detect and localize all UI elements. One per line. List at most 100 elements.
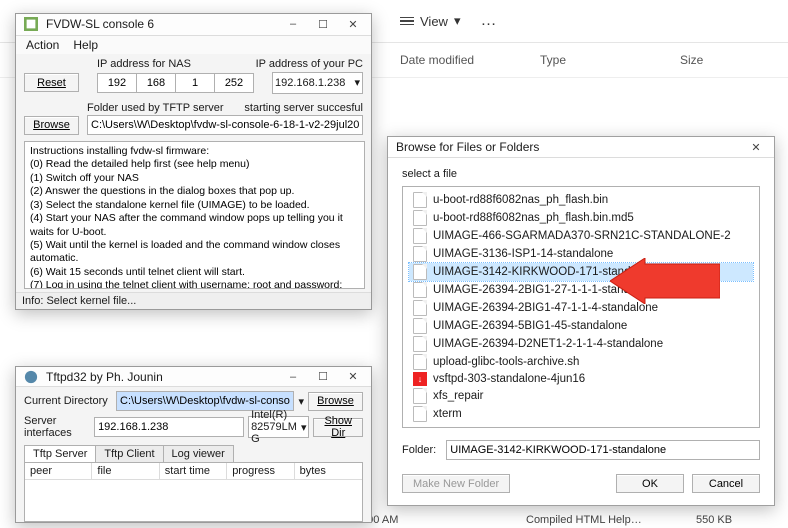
window-title: Tftpd32 by Ph. Jounin — [46, 370, 163, 384]
file-name: xfs_repair — [433, 390, 484, 402]
file-item[interactable]: ↓ vsftpd-303-standalone-4jun16 — [409, 371, 753, 387]
make-new-folder-button[interactable]: Make New Folder — [402, 474, 510, 493]
col-progress[interactable]: progress — [227, 463, 294, 479]
col-file[interactable]: file — [92, 463, 159, 479]
menu-action[interactable]: Action — [26, 38, 59, 52]
file-name: u-boot-rd88f6082nas_ph_flash.bin.md5 — [433, 212, 634, 224]
file-size: 550 KB — [696, 514, 776, 526]
file-name: upload-glibc-tools-archive.sh — [433, 356, 579, 368]
col-peer[interactable]: peer — [25, 463, 92, 479]
file-name: xterm — [433, 408, 462, 420]
start-status-label: starting server succesful — [244, 102, 363, 114]
file-item[interactable]: UIMAGE-3142-KIRKWOOD-171-standalone — [409, 263, 753, 281]
ip-nas-label: IP address for NAS — [97, 58, 191, 70]
file-list[interactable]: u-boot-rd88f6082nas_ph_flash.bin u-boot-r… — [402, 186, 760, 428]
document-icon — [413, 264, 427, 280]
file-item[interactable]: UIMAGE-26394-2BIG1-47-1-1-4-standalone — [409, 299, 753, 317]
file-item[interactable]: xterm — [409, 405, 753, 423]
maximize-button[interactable]: ☐ — [309, 368, 337, 386]
document-icon — [413, 318, 427, 334]
close-button[interactable]: ✕ — [339, 15, 367, 33]
browse-button[interactable]: Browse — [24, 116, 79, 135]
iface-ip-input[interactable] — [94, 417, 244, 437]
col-starttime[interactable]: start time — [160, 463, 227, 479]
ip-pc-select[interactable]: 192.168.1.238 ▾ — [272, 72, 363, 94]
column-date[interactable]: Date modified — [400, 53, 540, 67]
folder-label: Folder: — [402, 444, 436, 456]
document-icon — [413, 210, 427, 226]
chevron-down-icon: ▾ — [454, 13, 461, 29]
file-item[interactable]: UIMAGE-26394-5BIG1-45-standalone — [409, 317, 753, 335]
col-bytes[interactable]: bytes — [295, 463, 362, 479]
reset-button[interactable]: Reset — [24, 73, 79, 92]
tab-tftp-server[interactable]: Tftp Server — [24, 445, 96, 462]
more-button[interactable]: … — [480, 12, 498, 30]
showdir-button[interactable]: Show Dir — [313, 418, 363, 437]
iface-nic-select[interactable]: Intel(R) 82579LM G ▾ — [248, 416, 309, 438]
file-name: UIMAGE-466-SGARMADA370-SRN21C-STANDALONE… — [433, 230, 731, 242]
file-name: vsftpd-303-standalone-4jun16 — [433, 373, 585, 385]
maximize-button[interactable]: ☐ — [309, 15, 337, 33]
dialog-prompt: select a file — [402, 168, 760, 180]
column-type[interactable]: Type — [540, 53, 680, 67]
column-size[interactable]: Size — [680, 53, 780, 67]
chevron-down-icon: ▾ — [298, 395, 304, 408]
document-icon — [413, 300, 427, 316]
document-icon — [413, 388, 427, 404]
file-name: u-boot-rd88f6082nas_ph_flash.bin — [433, 194, 608, 206]
document-icon — [413, 246, 427, 262]
cancel-button[interactable]: Cancel — [692, 474, 760, 493]
status-prefix: Info: — [22, 295, 43, 307]
file-name: UIMAGE-26394-5BIG1-45-standalone — [433, 320, 627, 332]
tftp-folder-input[interactable] — [87, 115, 363, 135]
view-button[interactable]: View ▾ — [400, 13, 460, 29]
file-item[interactable]: UIMAGE-26394-2BIG1-27-1-1-1-standalone — [409, 281, 753, 299]
close-button[interactable]: ✕ — [742, 138, 770, 156]
ip-nas-input[interactable] — [97, 73, 254, 93]
file-type: Compiled HTML Help… — [526, 514, 646, 526]
ip-pc-label: IP address of your PC — [256, 58, 363, 70]
file-item[interactable]: u-boot-rd88f6082nas_ph_flash.bin.md5 — [409, 209, 753, 227]
instructions-log[interactable] — [24, 141, 365, 289]
document-icon — [413, 192, 427, 208]
document-icon — [413, 228, 427, 244]
file-item[interactable]: u-boot-rd88f6082nas_ph_flash.bin — [409, 191, 753, 209]
folder-input[interactable] — [446, 440, 760, 460]
hamburger-icon — [400, 17, 414, 26]
minimize-button[interactable]: – — [279, 368, 307, 386]
executable-icon: ↓ — [413, 372, 427, 386]
curdir-input[interactable] — [116, 391, 294, 411]
file-name: UIMAGE-26394-D2NET1-2-1-1-4-standalone — [433, 338, 663, 350]
file-name: UIMAGE-26394-2BIG1-27-1-1-1-standalone — [433, 284, 658, 296]
browse-button[interactable]: Browse — [308, 392, 363, 411]
file-name: UIMAGE-3136-ISP1-14-standalone — [433, 248, 613, 260]
tftpd32-window: Tftpd32 by Ph. Jounin – ☐ ✕ Current Dire… — [15, 366, 372, 523]
menu-help[interactable]: Help — [73, 38, 98, 52]
document-icon — [413, 336, 427, 352]
document-icon — [413, 282, 427, 298]
document-icon — [413, 406, 427, 422]
ok-button[interactable]: OK — [616, 474, 684, 493]
curdir-label: Current Directory — [24, 395, 112, 407]
tab-tftp-client[interactable]: Tftp Client — [95, 445, 163, 462]
close-button[interactable]: ✕ — [339, 368, 367, 386]
file-item[interactable]: xfs_repair — [409, 387, 753, 405]
app-icon — [24, 370, 38, 384]
file-item[interactable]: upload-glibc-tools-archive.sh — [409, 353, 753, 371]
tab-log-viewer[interactable]: Log viewer — [163, 445, 234, 462]
file-item[interactable]: UIMAGE-3136-ISP1-14-standalone — [409, 245, 753, 263]
iface-label: Server interfaces — [24, 415, 90, 439]
document-icon — [413, 354, 427, 370]
browse-dialog: Browse for Files or Folders ✕ select a f… — [387, 136, 775, 506]
window-title: FVDW-SL console 6 — [46, 17, 154, 31]
file-name: UIMAGE-26394-2BIG1-47-1-1-4-standalone — [433, 302, 658, 314]
status-text: Select kernel file... — [46, 295, 136, 307]
minimize-button[interactable]: – — [279, 15, 307, 33]
file-name: UIMAGE-3142-KIRKWOOD-171-standalone — [433, 266, 659, 278]
tftp-folder-label: Folder used by TFTP server — [87, 102, 224, 114]
dialog-title: Browse for Files or Folders — [396, 140, 539, 154]
file-item[interactable]: UIMAGE-466-SGARMADA370-SRN21C-STANDALONE… — [409, 227, 753, 245]
file-item[interactable]: UIMAGE-26394-D2NET1-2-1-1-4-standalone — [409, 335, 753, 353]
chevron-down-icon: ▾ — [354, 76, 360, 89]
fvdw-console-window: FVDW-SL console 6 – ☐ ✕ Action Help IP a… — [15, 13, 372, 310]
